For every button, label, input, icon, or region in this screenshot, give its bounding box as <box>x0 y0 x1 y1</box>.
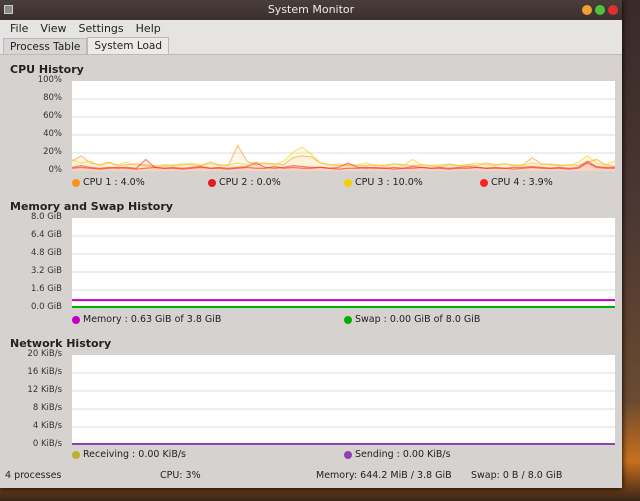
legend-color-dot <box>72 315 80 324</box>
network-ytick: 4 KiB/s <box>32 421 62 431</box>
menu-help[interactable]: Help <box>130 20 167 37</box>
network-ytick: 16 KiB/s <box>27 367 62 377</box>
cpu-ytick: 80% <box>43 93 62 103</box>
menu-settings[interactable]: Settings <box>73 20 130 37</box>
network-ytick: 8 KiB/s <box>32 403 62 413</box>
memory-legend-item: Memory : 0.63 GiB of 3.8 GiB <box>72 314 221 325</box>
legend-label: Sending : 0.00 KiB/s <box>355 449 451 460</box>
network-legend-item: Receiving : 0.00 KiB/s <box>72 449 186 460</box>
legend-label: CPU 1 : 4.0% <box>83 177 145 188</box>
network-legend-item: Sending : 0.00 KiB/s <box>344 449 451 460</box>
legend-label: CPU 2 : 0.0% <box>219 177 281 188</box>
legend-label: Memory : 0.63 GiB of 3.8 GiB <box>83 314 222 325</box>
tab-system-load[interactable]: System Load <box>87 37 170 54</box>
maximize-button[interactable] <box>595 5 605 15</box>
memory-ytick: 6.4 GiB <box>31 230 62 240</box>
status-memory: Memory: 644.2 MiB / 3.8 GiB <box>316 470 452 481</box>
memory-ytick: 1.6 GiB <box>31 284 62 294</box>
close-button[interactable] <box>608 5 618 15</box>
legend-label: Swap : 0.00 GiB of 8.0 GiB <box>355 314 481 325</box>
minimize-button[interactable] <box>582 5 592 15</box>
status-cpu: CPU: 3% <box>160 470 201 481</box>
legend-color-dot <box>344 178 352 187</box>
legend-color-dot <box>208 178 216 187</box>
legend-color-dot <box>480 178 488 187</box>
memory-ytick: 0.0 GiB <box>31 302 62 312</box>
memory-ytick: 3.2 GiB <box>31 266 62 276</box>
network-ytick: 20 KiB/s <box>27 349 62 359</box>
tab-bar: Process Table System Load <box>0 37 622 55</box>
legend-color-dot <box>344 315 352 324</box>
app-icon <box>4 5 13 14</box>
network-plot <box>72 355 615 445</box>
cpu-legend-item: CPU 1 : 4.0% <box>72 177 145 188</box>
legend-color-dot <box>72 178 80 187</box>
memory-ytick: 4.8 GiB <box>31 248 62 258</box>
cpu-ytick: 100% <box>37 75 62 85</box>
tab-process-table[interactable]: Process Table <box>3 38 88 54</box>
cpu-ytick: 40% <box>43 129 62 139</box>
series-line-cpu-3 <box>72 146 615 168</box>
status-swap: Swap: 0 B / 8.0 GiB <box>471 470 563 481</box>
legend-label: CPU 4 : 3.9% <box>491 177 553 188</box>
legend-color-dot <box>344 450 352 459</box>
cpu-ytick: 60% <box>43 111 62 121</box>
memory-plot <box>72 218 615 308</box>
cpu-plot <box>72 81 615 171</box>
title-bar: System Monitor <box>0 0 622 20</box>
menu-file[interactable]: File <box>4 20 34 37</box>
cpu-legend-item: CPU 2 : 0.0% <box>208 177 281 188</box>
network-ytick: 0 KiB/s <box>32 439 62 449</box>
cpu-ytick: 20% <box>43 147 62 157</box>
legend-label: Receiving : 0.00 KiB/s <box>83 449 186 460</box>
memory-ytick: 8.0 GiB <box>31 212 62 222</box>
status-processes: 4 processes <box>5 470 62 481</box>
legend-label: CPU 3 : 10.0% <box>355 177 423 188</box>
network-ytick: 12 KiB/s <box>27 385 62 395</box>
menu-view[interactable]: View <box>34 20 72 37</box>
menu-bar: File View Settings Help <box>0 20 622 37</box>
cpu-ytick: 0% <box>48 165 63 175</box>
cpu-legend-item: CPU 3 : 10.0% <box>344 177 423 188</box>
window-title: System Monitor <box>267 3 355 16</box>
memory-legend-item: Swap : 0.00 GiB of 8.0 GiB <box>344 314 480 325</box>
cpu-legend-item: CPU 4 : 3.9% <box>480 177 553 188</box>
legend-color-dot <box>72 450 80 459</box>
